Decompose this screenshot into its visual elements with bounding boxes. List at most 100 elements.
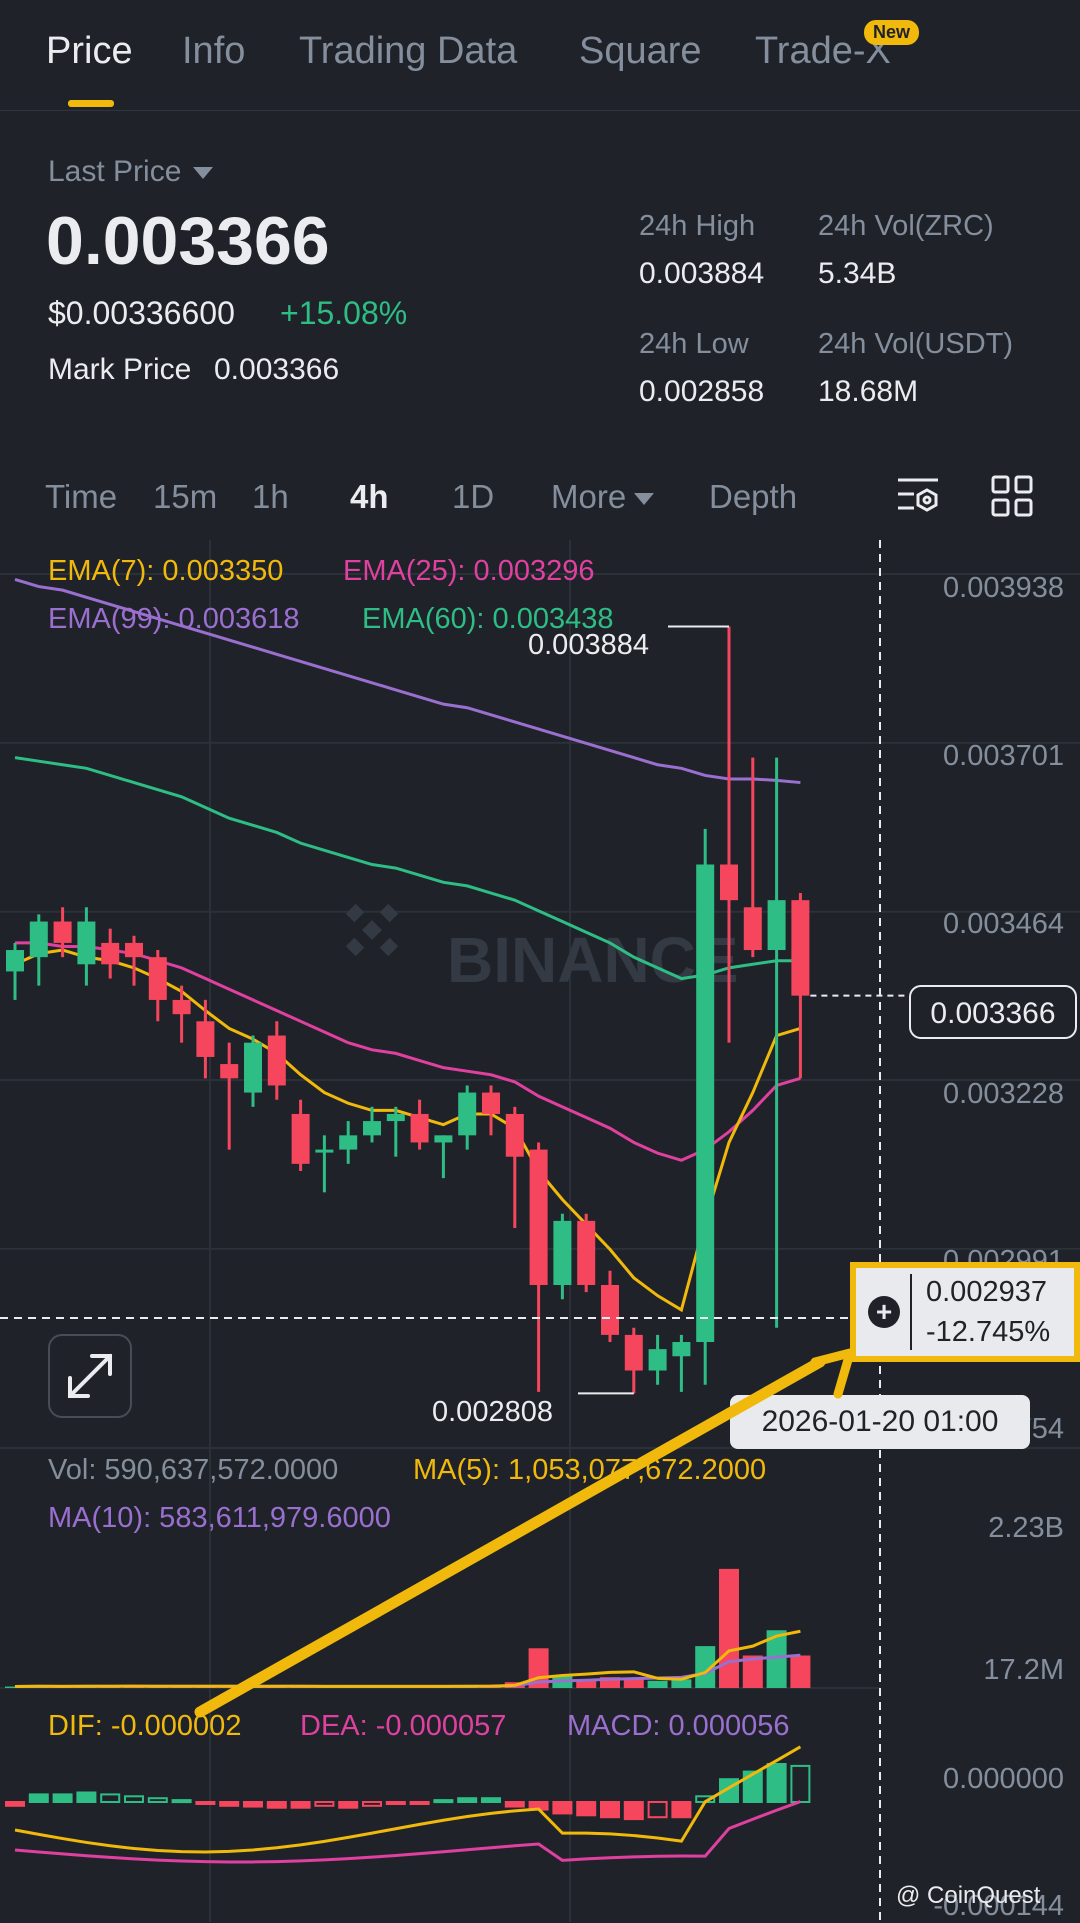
macd-bar: [552, 1801, 573, 1815]
indicator-settings-icon[interactable]: [896, 474, 940, 518]
candle-body: [29, 921, 48, 958]
candle-body: [101, 942, 120, 965]
volume-bar: [790, 1655, 811, 1688]
candle-body: [696, 864, 715, 1343]
candle-body: [125, 942, 143, 958]
interval-1d[interactable]: 1D: [452, 478, 494, 516]
macd-bar: [623, 1801, 644, 1821]
change-percent: +15.08%: [280, 295, 408, 331]
candle-body: [148, 957, 167, 1000]
candle-body: [505, 1113, 524, 1157]
candle-body: [624, 1334, 643, 1371]
candle-body: [577, 1220, 596, 1285]
candle-body: [339, 1135, 358, 1150]
vol-zrc-value: 5.34B: [818, 257, 897, 290]
macd-bar: [314, 1801, 335, 1807]
interval-more[interactable]: More: [551, 478, 655, 516]
low-label: 24h Low: [639, 328, 749, 360]
macd-bar: [28, 1793, 49, 1804]
last-price-value: 0.003366: [46, 203, 330, 279]
candle-body: [53, 921, 72, 943]
candle-body: [743, 907, 762, 951]
macd-bar: [766, 1763, 787, 1803]
price-axis-label: 0.003228: [943, 1078, 1064, 1110]
interval-time[interactable]: Time: [45, 478, 117, 516]
macd-bar: [338, 1801, 359, 1809]
candle-body: [648, 1349, 667, 1371]
candle-body: [363, 1121, 381, 1136]
candle-body: [220, 1064, 239, 1079]
candle-body: [6, 950, 24, 972]
tab-price[interactable]: Price: [46, 30, 133, 73]
high-value: 0.003884: [639, 257, 765, 290]
grid-layout-icon[interactable]: [990, 474, 1034, 518]
macd-bar: [600, 1801, 620, 1819]
candle-body: [386, 1113, 405, 1122]
vol-zrc-label: 24h Vol(ZRC): [818, 210, 994, 242]
crosshair-readout: + 0.002937 -12.745%: [850, 1262, 1080, 1362]
macd-bar: [433, 1799, 454, 1804]
candle-body: [791, 900, 810, 996]
high-label: 24h High: [639, 210, 756, 242]
credit-watermark: @ CoinQuest: [896, 1882, 1041, 1909]
macd-bar: [457, 1797, 478, 1803]
macd-label: MACD: 0.000056: [567, 1710, 790, 1742]
last-price-label: Last Price: [48, 155, 182, 188]
dif-line: [14, 1745, 802, 1854]
current-price-tag: 0.003366: [909, 985, 1077, 1039]
interval-1h[interactable]: 1h: [252, 478, 289, 516]
crosshair-plus-icon[interactable]: +: [868, 1296, 900, 1328]
caret-down-icon: [634, 493, 655, 506]
macd-bar: [385, 1801, 406, 1805]
price-axis-label: 0.003701: [943, 740, 1064, 772]
active-tab-indicator: [68, 100, 114, 107]
candle-body: [458, 1092, 477, 1136]
macd-bar: [100, 1793, 121, 1804]
candle-body: [77, 921, 96, 965]
macd-bar: [481, 1797, 501, 1803]
candle-body: [196, 1021, 215, 1057]
vol-usdt-value: 18.68M: [818, 375, 919, 408]
macd-axis-label: 0.000000: [943, 1763, 1064, 1795]
candle-body: [267, 1035, 286, 1086]
dea-label: DEA: -0.000057: [300, 1710, 507, 1742]
candle-body: [601, 1284, 619, 1335]
candle-body: [291, 1113, 310, 1164]
candle-body: [410, 1113, 429, 1143]
macd-bar: [195, 1801, 216, 1805]
tab-trading-data[interactable]: Trading Data: [299, 30, 517, 73]
expand-chart-button[interactable]: [48, 1334, 132, 1418]
ema7-label: EMA(7): 0.003350: [48, 555, 284, 587]
mark-price-label: Mark Price: [48, 353, 192, 386]
crosshair-percent: -12.745%: [926, 1316, 1051, 1348]
volume-ma5-line: [14, 1629, 801, 1689]
ema99-label: EMA(99): 0.003618: [48, 603, 300, 635]
interval-15m[interactable]: 15m: [153, 478, 217, 516]
tab-info[interactable]: Info: [182, 30, 245, 73]
macd-bar: [790, 1764, 811, 1804]
macd-bar: [171, 1799, 192, 1804]
top-tab-bar: Price Info Trading Data Square Trade-X N…: [0, 0, 1080, 111]
price-axis-label: 0.003464: [943, 908, 1064, 940]
macd-bar: [76, 1791, 97, 1803]
candle-body: [244, 1042, 262, 1093]
candle-body: [553, 1220, 572, 1285]
macd-bar: [219, 1801, 240, 1807]
macd-bar: [290, 1801, 311, 1809]
volume-bar: [647, 1680, 668, 1688]
low-value: 0.002858: [639, 375, 765, 408]
macd-bar: [124, 1795, 144, 1804]
volume-bar: [719, 1568, 739, 1688]
tab-depth[interactable]: Depth: [709, 478, 797, 516]
macd-bar: [52, 1793, 73, 1804]
macd-bar: [243, 1801, 263, 1808]
ma10-label: MA(10): 583,611,979.6000: [48, 1502, 391, 1534]
last-price-dropdown[interactable]: Last Price: [48, 155, 214, 189]
binance-watermark: BINANCE: [345, 903, 739, 996]
tab-square[interactable]: Square: [579, 30, 702, 73]
macd-bar: [504, 1801, 525, 1808]
candle-body: [529, 1149, 548, 1285]
interval-4h[interactable]: 4h: [350, 478, 389, 516]
caret-down-icon: [193, 167, 214, 180]
volume-bar: [623, 1679, 644, 1688]
